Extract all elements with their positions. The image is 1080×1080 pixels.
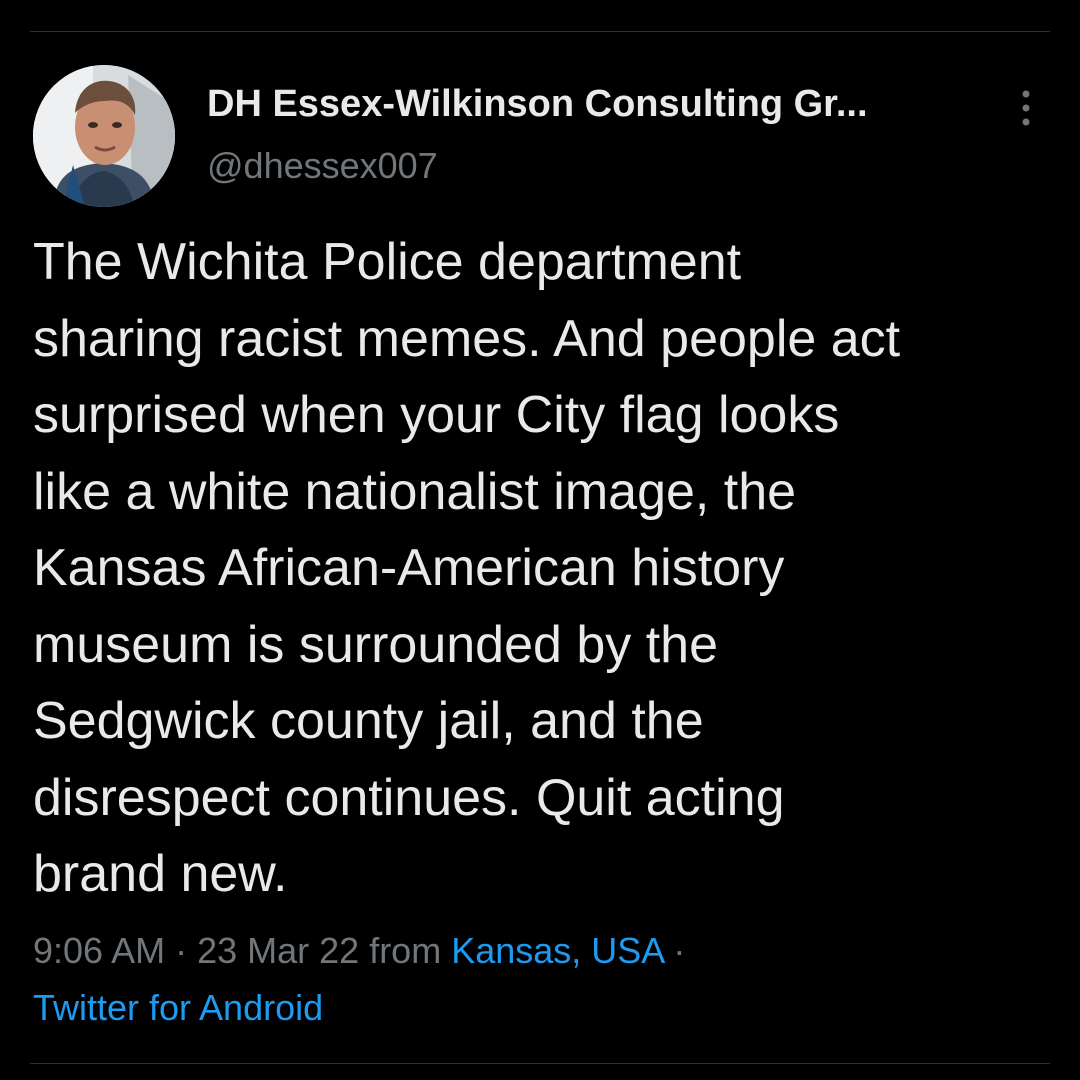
vertical-ellipsis-icon bbox=[1022, 90, 1030, 126]
top-divider bbox=[30, 31, 1050, 32]
author-display-name[interactable]: DH Essex-Wilkinson Consulting Gr... bbox=[207, 80, 868, 128]
tweet-text: The Wichita Police department sharing ra… bbox=[33, 233, 901, 903]
more-options-button[interactable] bbox=[1006, 86, 1046, 130]
meta-separator: · bbox=[165, 930, 198, 971]
location-link[interactable]: Kansas, USA bbox=[451, 930, 663, 971]
from-label: from bbox=[359, 930, 452, 971]
source-link[interactable]: Twitter for Android bbox=[33, 987, 323, 1028]
tweet-time[interactable]: 9:06 AM bbox=[33, 930, 165, 971]
meta-separator-trailing: · bbox=[663, 930, 686, 971]
author-handle[interactable]: @dhessex007 bbox=[207, 142, 438, 190]
tweet-meta: 9:06 AM · 23 Mar 22 from Kansas, USA · Tw… bbox=[33, 922, 1033, 1036]
tweet-date[interactable]: 23 Mar 22 bbox=[197, 930, 359, 971]
user-avatar-photo-icon bbox=[33, 65, 175, 207]
avatar[interactable] bbox=[33, 65, 175, 207]
bottom-divider bbox=[30, 1063, 1050, 1064]
